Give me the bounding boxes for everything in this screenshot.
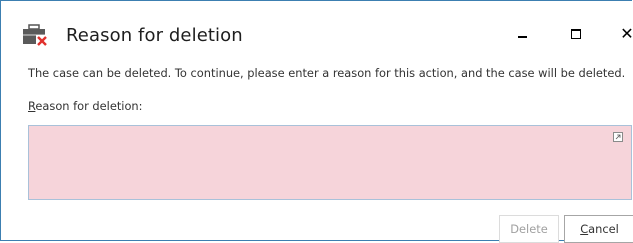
- expand-icon[interactable]: [613, 132, 623, 142]
- close-button[interactable]: ✕: [615, 23, 633, 45]
- minimize-icon: [517, 36, 527, 38]
- maximize-button[interactable]: [564, 23, 588, 45]
- maximize-icon: [571, 29, 581, 39]
- delete-button[interactable]: Delete: [499, 215, 559, 243]
- cancel-button[interactable]: Cancel: [564, 215, 633, 243]
- dialog-window: Reason for deletion ✕ The case can be de…: [0, 0, 633, 243]
- reason-textarea[interactable]: [28, 125, 632, 200]
- close-icon: ✕: [620, 24, 633, 43]
- cancel-accesskey: C: [580, 222, 589, 236]
- dialog-title: Reason for deletion: [66, 25, 243, 46]
- minimize-button[interactable]: [510, 23, 534, 45]
- briefcase-delete-icon: [23, 24, 48, 46]
- reason-label: Reason for deletion:: [28, 99, 143, 113]
- cancel-label-text: ancel: [588, 222, 619, 236]
- info-message: The case can be deleted. To continue, pl…: [28, 66, 626, 80]
- title-bar[interactable]: Reason for deletion ✕: [1, 1, 633, 55]
- reason-label-text: eason for deletion:: [35, 99, 143, 113]
